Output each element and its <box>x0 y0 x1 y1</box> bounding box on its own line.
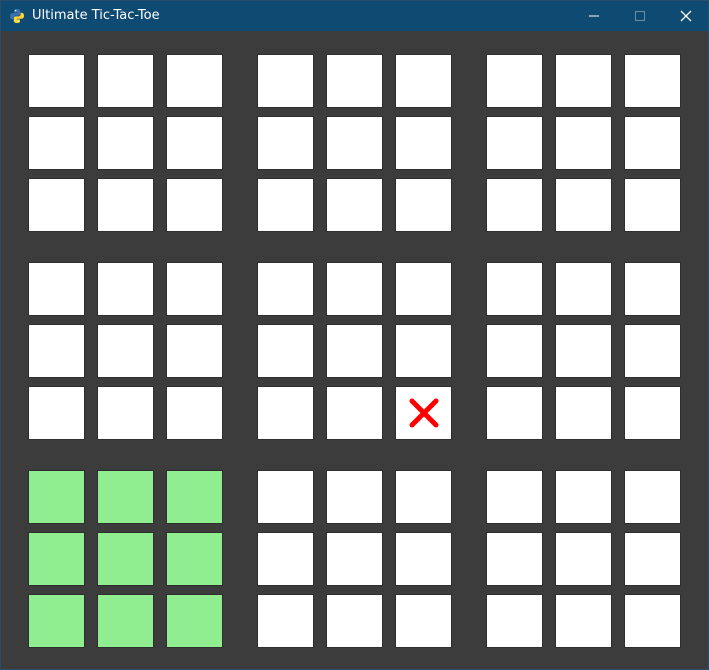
board-cell[interactable] <box>395 386 452 440</box>
board-cell[interactable] <box>395 324 452 378</box>
board-cell[interactable] <box>257 324 314 378</box>
board-cell[interactable] <box>166 116 223 170</box>
board-cell[interactable] <box>555 54 612 108</box>
python-icon <box>10 9 24 23</box>
title-bar[interactable]: Ultimate Tic-Tac-Toe <box>1 1 708 31</box>
board-cell[interactable] <box>28 386 85 440</box>
board-cell[interactable] <box>28 262 85 316</box>
board-cell[interactable] <box>326 532 383 586</box>
board-cell[interactable] <box>624 386 681 440</box>
board-cell[interactable] <box>624 532 681 586</box>
board-cell[interactable] <box>28 532 85 586</box>
board-cell[interactable] <box>395 178 452 232</box>
board-cell[interactable] <box>395 532 452 586</box>
board-cell[interactable] <box>624 470 681 524</box>
board-cell[interactable] <box>97 324 154 378</box>
board-cell[interactable] <box>555 532 612 586</box>
board-cell[interactable] <box>166 386 223 440</box>
board-cell[interactable] <box>97 178 154 232</box>
board-cell[interactable] <box>326 54 383 108</box>
board-cell[interactable] <box>326 470 383 524</box>
minimize-button[interactable] <box>571 1 617 31</box>
maximize-button[interactable] <box>617 1 663 31</box>
board-cell[interactable] <box>97 116 154 170</box>
close-icon <box>680 10 692 22</box>
board-cell[interactable] <box>166 470 223 524</box>
board-cell[interactable] <box>257 594 314 648</box>
game-window: Ultimate Tic-Tac-Toe <box>0 0 709 670</box>
board-cell[interactable] <box>555 470 612 524</box>
board-cell[interactable] <box>97 594 154 648</box>
board-cell[interactable] <box>97 470 154 524</box>
x-mark-icon <box>409 398 438 428</box>
board-cell[interactable] <box>28 178 85 232</box>
board-cell[interactable] <box>326 116 383 170</box>
board-cell[interactable] <box>257 470 314 524</box>
board-cell[interactable] <box>28 54 85 108</box>
window-title: Ultimate Tic-Tac-Toe <box>32 8 160 23</box>
board-cell[interactable] <box>624 262 681 316</box>
board-cell[interactable] <box>555 178 612 232</box>
board-cell[interactable] <box>166 532 223 586</box>
board-cell[interactable] <box>257 116 314 170</box>
board-cell[interactable] <box>486 54 543 108</box>
close-button[interactable] <box>663 1 709 31</box>
board-cell[interactable] <box>555 116 612 170</box>
board-cell[interactable] <box>166 324 223 378</box>
game-board <box>1 31 708 669</box>
board-cell[interactable] <box>555 262 612 316</box>
board-cell[interactable] <box>395 262 452 316</box>
board-cell[interactable] <box>257 178 314 232</box>
board-cell[interactable] <box>326 178 383 232</box>
board-cell[interactable] <box>28 324 85 378</box>
board-cell[interactable] <box>166 54 223 108</box>
board-cell[interactable] <box>166 262 223 316</box>
board-cell[interactable] <box>395 594 452 648</box>
board-cell[interactable] <box>257 262 314 316</box>
board-cell[interactable] <box>97 54 154 108</box>
board-cell[interactable] <box>486 262 543 316</box>
board-cell[interactable] <box>28 470 85 524</box>
board-cell[interactable] <box>257 532 314 586</box>
board-cell[interactable] <box>97 532 154 586</box>
board-cell[interactable] <box>395 470 452 524</box>
board-cell[interactable] <box>624 116 681 170</box>
board-cell[interactable] <box>166 594 223 648</box>
board-cell[interactable] <box>257 54 314 108</box>
board-cell[interactable] <box>486 116 543 170</box>
board-cell[interactable] <box>395 54 452 108</box>
board-cell[interactable] <box>97 386 154 440</box>
board-cell[interactable] <box>326 386 383 440</box>
board-cell[interactable] <box>624 324 681 378</box>
board-cell[interactable] <box>486 532 543 586</box>
board-cell[interactable] <box>395 116 452 170</box>
board-cell[interactable] <box>624 594 681 648</box>
board-cell[interactable] <box>624 178 681 232</box>
board-cell[interactable] <box>257 386 314 440</box>
board-cell[interactable] <box>28 116 85 170</box>
board-cell[interactable] <box>555 324 612 378</box>
board-cell[interactable] <box>555 594 612 648</box>
board-cell[interactable] <box>326 594 383 648</box>
board-cell[interactable] <box>486 324 543 378</box>
board-cell[interactable] <box>486 470 543 524</box>
board-cell[interactable] <box>28 594 85 648</box>
board-cell[interactable] <box>555 386 612 440</box>
maximize-icon <box>635 11 645 21</box>
board-cell[interactable] <box>486 386 543 440</box>
board-cell[interactable] <box>326 262 383 316</box>
board-cell[interactable] <box>97 262 154 316</box>
minimize-icon <box>589 15 599 17</box>
board-cell[interactable] <box>624 54 681 108</box>
board-cell[interactable] <box>326 324 383 378</box>
board-cell[interactable] <box>166 178 223 232</box>
board-cell[interactable] <box>486 594 543 648</box>
board-cell[interactable] <box>486 178 543 232</box>
